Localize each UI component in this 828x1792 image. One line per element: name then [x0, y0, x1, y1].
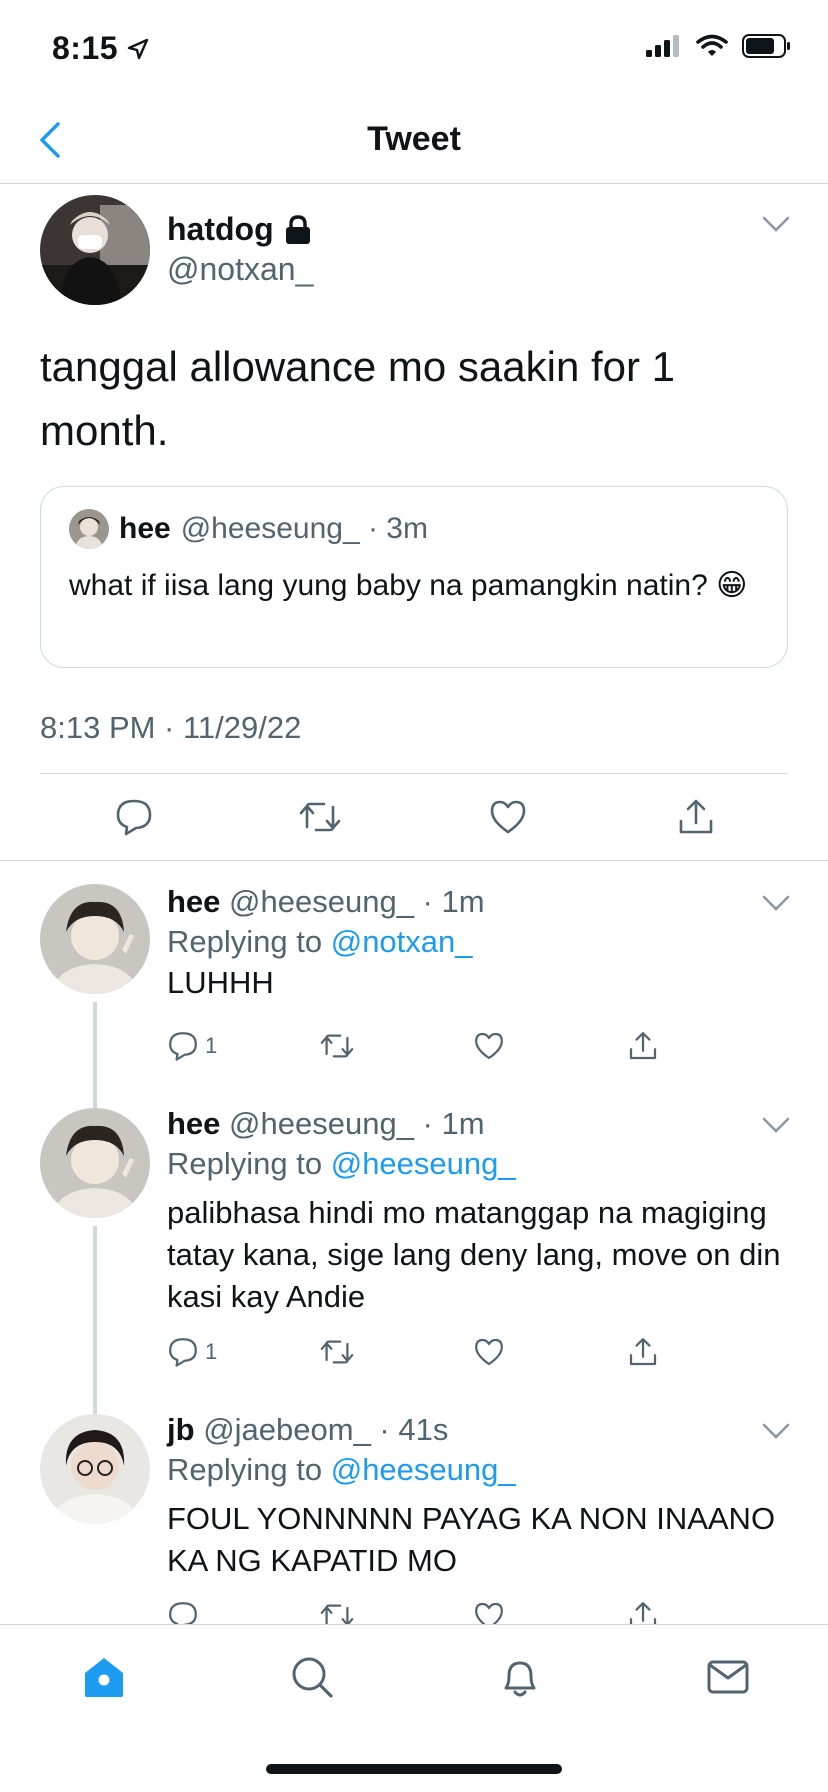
- reply-button[interactable]: 1: [167, 1030, 217, 1062]
- retweet-icon: [320, 1034, 354, 1058]
- reply-count: 1: [205, 1339, 218, 1364]
- share-icon: [679, 799, 713, 834]
- status-time-text: 8:15: [52, 30, 119, 66]
- reply-icon: [169, 1032, 197, 1061]
- chevron-down-icon[interactable]: [762, 1116, 790, 1134]
- replying-to-prefix: Replying to: [167, 924, 323, 959]
- retweet-button[interactable]: [298, 795, 342, 839]
- divider: [0, 860, 828, 861]
- tab-notifications[interactable]: [490, 1647, 550, 1707]
- retweet-icon: [299, 802, 341, 832]
- reply-icon: [116, 799, 152, 836]
- avatar[interactable]: [40, 1414, 150, 1524]
- replying-to-prefix: Replying to: [167, 1452, 323, 1487]
- author-name-text: hatdog: [167, 211, 274, 247]
- location-arrow-icon: [127, 38, 149, 59]
- reply-author-meta: @heeseung_ · 1m: [229, 884, 485, 919]
- replying-to: Replying to @heeseung_: [167, 1146, 516, 1182]
- quote-text: what if iisa lang yung baby na pamangkin…: [69, 569, 748, 602]
- quoted-tweet-header: hee @heeseung_ · 3m: [69, 509, 428, 549]
- reply-author-meta: @jaebeom_ · 41s: [203, 1412, 449, 1447]
- reply-author-name[interactable]: hee: [167, 1106, 220, 1141]
- reply-header: jb @jaebeom_ · 41s: [167, 1412, 448, 1448]
- author-handle[interactable]: @notxan_: [167, 251, 313, 288]
- chevron-down-icon[interactable]: [762, 1422, 790, 1440]
- share-button[interactable]: [627, 1030, 659, 1062]
- reply-text: LUHHH: [167, 965, 274, 1000]
- like-button[interactable]: [486, 795, 530, 839]
- replying-to-prefix: Replying to: [167, 1146, 323, 1181]
- like-button[interactable]: [473, 1030, 505, 1062]
- lock-icon: [285, 214, 310, 244]
- reply-button[interactable]: [112, 795, 156, 839]
- like-button[interactable]: [473, 1336, 505, 1368]
- quote-avatar: [69, 509, 109, 549]
- status-time: 8:15: [52, 30, 150, 67]
- signal-icon: [646, 35, 679, 57]
- retweet-icon: [320, 1340, 354, 1364]
- replying-to: Replying to @notxan_: [167, 924, 473, 960]
- tweet-actions: [0, 775, 828, 859]
- quote-author-name: hee: [119, 512, 171, 545]
- author-name[interactable]: hatdog: [167, 211, 312, 248]
- replying-to-mention[interactable]: @notxan_: [331, 924, 473, 959]
- mail-icon: [707, 1660, 749, 1694]
- avatar[interactable]: [40, 1108, 150, 1218]
- tab-search[interactable]: [282, 1647, 342, 1707]
- share-icon: [629, 1338, 657, 1366]
- wifi-icon: [696, 34, 728, 56]
- nav-header: Tweet: [0, 100, 828, 184]
- reply-text: FOUL YONNNNN PAYAG KA NON INAANO KA NG K…: [167, 1501, 776, 1578]
- home-icon: [85, 1658, 123, 1697]
- thread-line: [93, 1084, 97, 1108]
- reply-count: 1: [205, 1033, 218, 1058]
- home-indicator[interactable]: [266, 1764, 562, 1774]
- avatar[interactable]: [40, 884, 150, 994]
- heart-icon: [490, 800, 526, 834]
- reply-author-name[interactable]: jb: [167, 1412, 195, 1447]
- reply-header: hee @heeseung_ · 1m: [167, 1106, 485, 1142]
- status-bar: 8:15: [0, 0, 828, 100]
- page-title: Tweet: [367, 120, 461, 158]
- divider: [40, 773, 788, 774]
- chevron-down-icon[interactable]: [762, 215, 790, 233]
- heart-icon: [475, 1032, 503, 1060]
- search-icon: [292, 1657, 333, 1698]
- chevron-down-icon[interactable]: [762, 894, 790, 912]
- replying-to: Replying to @heeseung_: [167, 1452, 516, 1488]
- reply-header: hee @heeseung_ · 1m: [167, 884, 485, 920]
- avatar[interactable]: [40, 195, 150, 305]
- reply-actions: 1: [167, 1030, 687, 1070]
- status-indicators: [646, 34, 792, 58]
- tweet-text: tanggal allowance mo saakin for 1 month.: [40, 343, 676, 454]
- replying-to-mention[interactable]: @heeseung_: [331, 1452, 516, 1487]
- retweet-button[interactable]: [319, 1030, 355, 1062]
- retweet-button[interactable]: [319, 1336, 355, 1368]
- heart-icon: [475, 1338, 503, 1366]
- share-icon: [629, 1032, 657, 1060]
- bell-icon: [504, 1661, 536, 1697]
- share-button[interactable]: [674, 795, 718, 839]
- reply-actions: 1: [167, 1336, 687, 1376]
- reply-author-meta: @heeseung_ · 1m: [229, 1106, 485, 1141]
- share-button[interactable]: [627, 1336, 659, 1368]
- reply-button[interactable]: 1: [167, 1336, 217, 1368]
- reply-text: palibhasa hindi mo matanggap na magiging…: [167, 1195, 781, 1314]
- tab-home[interactable]: [74, 1647, 134, 1707]
- quote-author-meta: @heeseung_ · 3m: [180, 512, 428, 545]
- battery-icon: [742, 34, 790, 58]
- quoted-tweet-card[interactable]: hee @heeseung_ · 3m what if iisa lang yu…: [40, 486, 788, 668]
- reply-icon: [169, 1338, 197, 1367]
- tweet-timestamp: 8:13 PM · 11/29/22: [40, 710, 302, 745]
- replying-to-mention[interactable]: @heeseung_: [331, 1146, 516, 1181]
- reply-author-name[interactable]: hee: [167, 884, 220, 919]
- tab-messages[interactable]: [698, 1647, 758, 1707]
